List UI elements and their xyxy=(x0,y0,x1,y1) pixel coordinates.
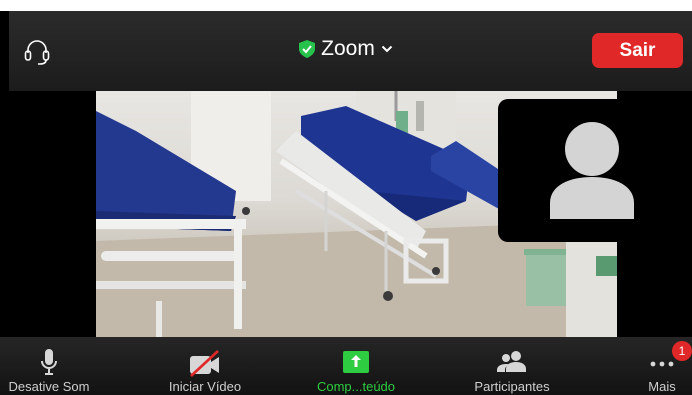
avatar-placeholder-icon xyxy=(550,122,634,219)
shield-icon xyxy=(299,40,316,59)
share-content-button[interactable]: Comp...teúdo xyxy=(306,337,406,395)
leave-button[interactable]: Sair xyxy=(592,33,683,68)
chevron-down-icon xyxy=(381,46,393,53)
share-content-icon xyxy=(343,351,369,373)
more-label: Mais xyxy=(648,379,676,394)
mute-label: Desative Som xyxy=(8,379,90,394)
video-off-icon xyxy=(190,350,219,377)
share-content-label: Comp...teúdo xyxy=(316,379,396,394)
meeting-toolbar: Desative Som Iniciar Vídeo Comp...teúdo … xyxy=(0,337,692,395)
microphone-icon xyxy=(41,349,57,375)
participants-button[interactable]: Participantes xyxy=(462,337,562,395)
self-view-thumbnail[interactable] xyxy=(498,99,692,242)
start-video-button[interactable]: Iniciar Vídeo xyxy=(150,337,260,395)
meeting-title[interactable]: Zoom xyxy=(0,36,692,62)
top-edge xyxy=(0,0,692,11)
participants-label: Participantes xyxy=(474,379,550,394)
meeting-title-text: Zoom xyxy=(321,37,375,60)
start-video-label: Iniciar Vídeo xyxy=(168,379,242,394)
mute-button[interactable]: Desative Som xyxy=(0,337,98,395)
notification-badge: 1 xyxy=(672,341,692,361)
participants-icon xyxy=(497,351,526,372)
